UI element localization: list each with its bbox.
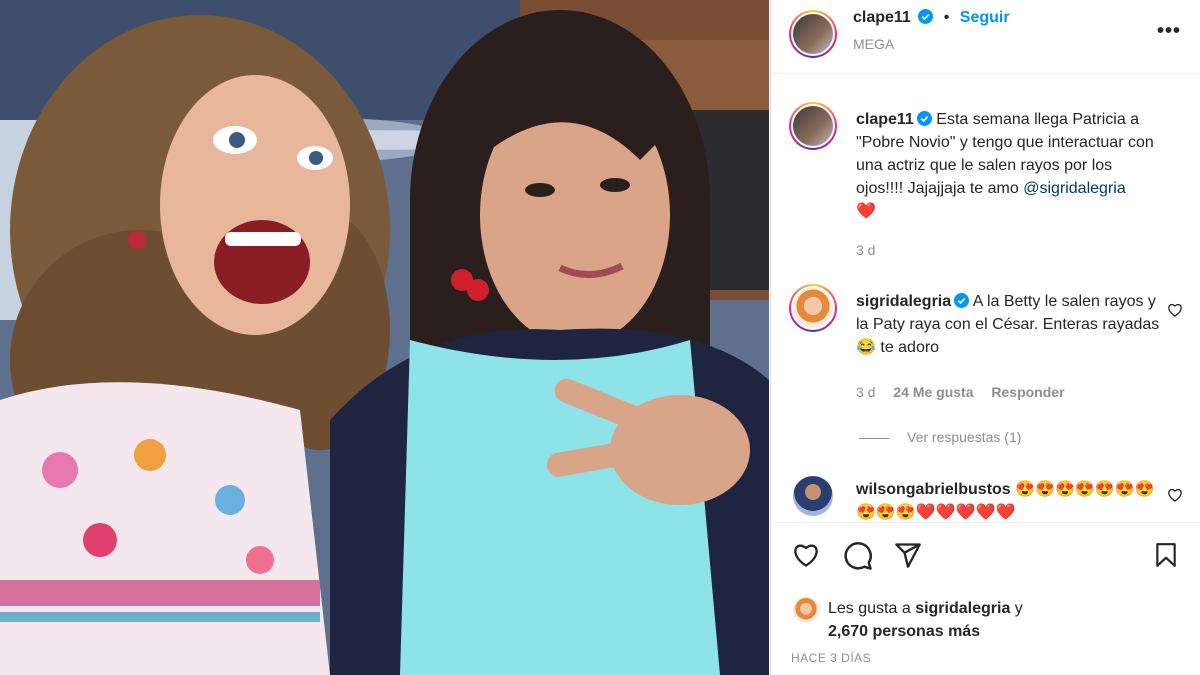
comment-age[interactable]: 3 d xyxy=(856,384,875,400)
reply-button[interactable]: Responder xyxy=(991,384,1064,400)
comment-like-heart-icon[interactable] xyxy=(1167,487,1183,503)
post-header: clape11 • Seguir MEGA ••• xyxy=(771,0,1200,74)
comment-icon[interactable] xyxy=(843,541,873,571)
likes-user[interactable]: sigridalegria xyxy=(915,600,1010,617)
verified-badge-icon xyxy=(916,111,932,126)
author-avatar[interactable] xyxy=(789,10,837,58)
comments-list[interactable]: clape11 Esta semana llega Patricia a "Po… xyxy=(771,74,1200,522)
post-panel: clape11 • Seguir MEGA ••• clape11 Esta s… xyxy=(770,0,1200,675)
author-username[interactable]: clape11 xyxy=(853,9,911,26)
verified-badge-icon xyxy=(954,293,970,308)
post-photo-art xyxy=(0,0,769,675)
likes-summary: Les gusta a sigridalegria y 2,670 person… xyxy=(828,597,1023,643)
comment-like-heart-icon[interactable] xyxy=(1167,302,1183,318)
comment-text: wilsongabrielbustos 😍😍😍😍😍😍😍😍😍😍❤️❤️❤️❤️❤️ xyxy=(856,478,1161,522)
likes-conj: y xyxy=(1014,600,1023,617)
comment-username[interactable]: sigridalegria xyxy=(856,293,951,310)
replies-line xyxy=(859,437,889,439)
likes-count[interactable]: 2,670 personas más xyxy=(828,623,980,640)
post-location[interactable]: MEGA xyxy=(853,36,894,52)
like-heart-icon[interactable] xyxy=(791,541,821,569)
comment-username[interactable]: wilsongabrielbustos xyxy=(856,481,1011,498)
view-replies-button[interactable]: Ver respuestas (1) xyxy=(859,429,1021,445)
follow-button[interactable]: Seguir xyxy=(960,9,1010,26)
comment-likes[interactable]: 24 Me gusta xyxy=(893,384,973,400)
caption-avatar[interactable] xyxy=(789,102,837,150)
view-replies-label: Ver respuestas (1) xyxy=(907,429,1022,445)
post-photo[interactable] xyxy=(0,0,769,675)
caption-age[interactable]: 3 d xyxy=(856,242,875,258)
liker-avatar[interactable] xyxy=(793,597,819,623)
verified-badge-icon xyxy=(918,9,934,24)
share-icon[interactable] xyxy=(893,541,923,569)
header-dot-separator: • xyxy=(943,9,950,26)
comment-meta: 3 d 24 Me gusta Responder xyxy=(856,384,1065,400)
caption-text: clape11 Esta semana llega Patricia a "Po… xyxy=(856,108,1161,223)
more-icon[interactable]: ••• xyxy=(1157,20,1181,43)
caption-mention[interactable]: @sigridalegria xyxy=(1023,180,1126,197)
comment-avatar[interactable] xyxy=(789,284,837,332)
comment-avatar[interactable] xyxy=(793,476,833,516)
post-time-ago[interactable]: HACE 3 DÍAS xyxy=(791,651,871,665)
comment-text: sigridalegria A la Betty le salen rayos … xyxy=(856,290,1161,359)
action-bar xyxy=(771,522,1200,594)
caption-username[interactable]: clape11 xyxy=(856,111,914,128)
caption-emoji: ❤️ xyxy=(856,203,876,220)
likes-prefix: Les gusta a xyxy=(828,600,911,617)
save-bookmark-icon[interactable] xyxy=(1153,541,1179,569)
